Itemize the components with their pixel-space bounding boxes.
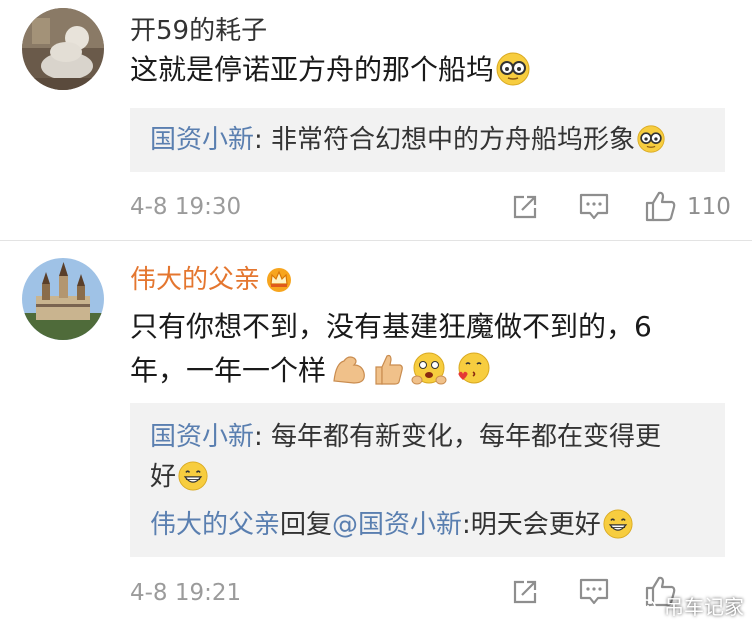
reply-author-link[interactable]: 伟大的父亲: [150, 510, 280, 540]
share-icon[interactable]: [510, 192, 540, 226]
reply-line: 国资小新: 非常符合幻想中的方舟船坞形象: [150, 120, 665, 160]
comment-item: 开59的耗子 这就是停诺亚方舟的那个船坞 国资小新: 非常符合幻想中的方舟船坞形…: [0, 0, 752, 240]
crown-badge-icon: [267, 267, 292, 292]
comment-timestamp: 4-8 19:30: [130, 194, 242, 220]
comment-item: 伟大的父亲 只有你想不到，没有基建狂魔做不到的，6 年，一年一个样 国资小新: …: [0, 241, 752, 626]
kiss-emoji: [458, 352, 490, 384]
reply-text: 好: [150, 462, 177, 492]
reply-separator: :: [254, 422, 272, 452]
mention-link[interactable]: @国资小新: [332, 510, 462, 540]
comment-icon[interactable]: [578, 192, 610, 226]
reply-line: 伟大的父亲回复@国资小新:明天会更好: [150, 505, 633, 545]
avatar[interactable]: [22, 8, 104, 90]
reply-box[interactable]: 国资小新: 每年都有新变化，每年都在变得更 好 伟大的父亲回复@国资小新:明天会…: [130, 403, 725, 557]
reply-separator: :: [254, 125, 272, 155]
reply-text: 非常符合幻想中的方舟船坞形象: [271, 125, 636, 155]
reply-line: 国资小新: 每年都有新变化，每年都在变得更: [150, 417, 661, 457]
comment-text-line1: 只有你想不到，没有基建狂魔做不到的，6: [130, 310, 652, 343]
reply-box[interactable]: 国资小新: 非常符合幻想中的方舟船坞形象: [130, 108, 725, 172]
wechat-logo-icon: [636, 598, 661, 618]
grin-emoji: [178, 460, 208, 491]
watermark-text: 吊车记家: [664, 595, 744, 619]
comment-timestamp: 4-8 19:21: [130, 580, 242, 606]
share-icon[interactable]: [510, 577, 540, 611]
comment-text: 这就是停诺亚方舟的那个船坞: [130, 48, 720, 92]
comment-username[interactable]: 伟大的父亲: [130, 263, 294, 297]
reply-author-link[interactable]: 国资小新: [150, 422, 254, 452]
reply-text: :明天会更好: [462, 510, 601, 540]
reply-verb: 回复: [280, 510, 333, 540]
comment-text-line2: 年，一年一个样: [130, 349, 720, 393]
reply-author-link[interactable]: 国资小新: [150, 125, 254, 155]
muscle-emoji: [333, 356, 365, 384]
watermark: 吊车记家: [636, 591, 744, 620]
nerd-glasses-emoji: [637, 124, 665, 153]
nerd-glasses-emoji: [496, 52, 530, 86]
comment-text-line2-content: 年，一年一个样: [130, 354, 327, 387]
grin-emoji: [603, 508, 633, 539]
avatar[interactable]: [22, 258, 104, 340]
reply-line: 好: [150, 457, 208, 497]
comment-text: 只有你想不到，没有基建狂魔做不到的，6 年，一年一个样: [130, 305, 720, 393]
thumbs-up-emoji: [375, 354, 403, 385]
hug-emoji: [411, 352, 447, 385]
avatar-image: [22, 258, 104, 340]
avatar-image: [22, 8, 104, 90]
comment-text-content: 这就是停诺亚方舟的那个船坞: [130, 53, 495, 86]
username-text: 伟大的父亲: [130, 265, 261, 295]
comment-icon[interactable]: [578, 577, 610, 611]
reply-text: 每年都有新变化，每年都在变得更: [271, 422, 662, 452]
like-count: 110: [687, 194, 731, 220]
comment-username[interactable]: 开59的耗子: [130, 14, 267, 48]
thumbs-up-icon[interactable]: [644, 189, 678, 227]
